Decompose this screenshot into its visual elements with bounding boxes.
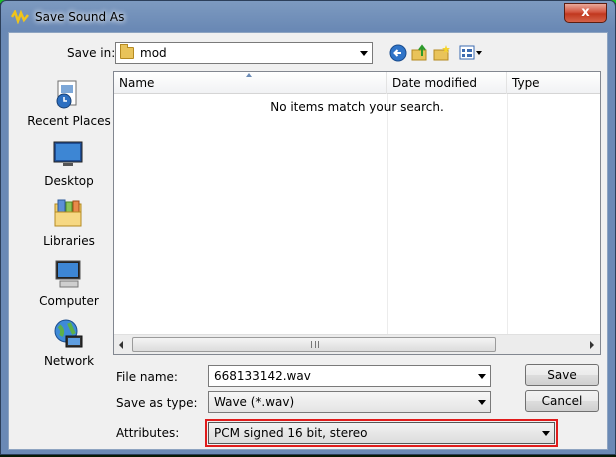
- desktop-icon: [53, 141, 83, 166]
- save-button[interactable]: Save: [525, 364, 599, 386]
- cancel-button[interactable]: Cancel: [525, 390, 599, 412]
- place-libraries[interactable]: Libraries: [19, 198, 109, 256]
- window-title: Save Sound As: [35, 10, 125, 24]
- list-header: Name Date modified Type: [114, 72, 600, 94]
- folder-icon: [120, 44, 134, 59]
- attributes-label: Attributes:: [116, 426, 180, 440]
- scroll-right-icon[interactable]: [590, 341, 594, 349]
- place-recent-places[interactable]: Recent Places: [19, 78, 111, 136]
- column-divider: [507, 94, 508, 334]
- place-network[interactable]: Network: [19, 318, 109, 376]
- horizontal-scrollbar[interactable]: [114, 334, 600, 354]
- empty-list-message: No items match your search.: [270, 100, 444, 114]
- libraries-icon: [54, 199, 82, 227]
- title-bar[interactable]: Save Sound As x: [1, 1, 615, 33]
- scrollbar-thumb[interactable]: [132, 337, 496, 352]
- view-menu-icon[interactable]: [459, 44, 483, 62]
- save-in-dropdown[interactable]: mod: [115, 42, 373, 64]
- save-in-value: mod: [140, 46, 167, 60]
- file-name-input[interactable]: 668133142.wav: [208, 365, 491, 387]
- column-header-type[interactable]: Type: [507, 72, 600, 94]
- file-name-label: File name:: [116, 370, 178, 384]
- scroll-left-icon[interactable]: [119, 341, 123, 349]
- save-as-type-value: Wave (*.wav): [214, 395, 295, 409]
- place-computer[interactable]: Computer: [19, 258, 109, 316]
- save-as-type-label: Save as type:: [116, 396, 198, 410]
- attributes-value: PCM signed 16 bit, stereo: [214, 426, 368, 440]
- column-header-date-modified[interactable]: Date modified: [387, 72, 507, 94]
- close-icon: x: [581, 5, 590, 20]
- chevron-down-icon: [478, 400, 486, 405]
- file-name-value: 668133142.wav: [214, 369, 311, 383]
- place-label: Network: [43, 354, 95, 368]
- dialog-client-area: Save in: mod Recent Places Desktop Libra…: [8, 32, 608, 450]
- app-waveform-icon: [11, 10, 29, 24]
- grip-icon: [311, 341, 319, 348]
- file-list[interactable]: Name Date modified Type No items match y…: [113, 71, 601, 355]
- place-label: Computer: [39, 294, 99, 308]
- save-sound-dialog: Save Sound As x Save in: mod Recent Plac…: [0, 0, 616, 455]
- chevron-down-icon: [542, 431, 550, 436]
- close-button[interactable]: x: [564, 3, 607, 23]
- chevron-down-icon: [360, 51, 368, 56]
- new-folder-icon[interactable]: [433, 44, 451, 62]
- save-in-label: Save in:: [67, 46, 116, 60]
- save-as-type-dropdown[interactable]: Wave (*.wav): [208, 391, 491, 413]
- place-label: Recent Places: [27, 114, 111, 128]
- place-label: Libraries: [43, 234, 95, 248]
- recent-places-icon: [56, 80, 77, 109]
- attributes-dropdown[interactable]: PCM signed 16 bit, stereo: [208, 422, 555, 444]
- place-label: Desktop: [44, 174, 94, 188]
- computer-icon: [55, 260, 81, 288]
- column-header-name[interactable]: Name: [114, 72, 387, 94]
- network-icon: [54, 319, 83, 348]
- column-divider: [387, 94, 388, 334]
- place-desktop[interactable]: Desktop: [19, 138, 109, 196]
- back-icon[interactable]: [389, 44, 407, 62]
- up-folder-icon[interactable]: [411, 44, 429, 62]
- chevron-down-icon[interactable]: [478, 374, 486, 379]
